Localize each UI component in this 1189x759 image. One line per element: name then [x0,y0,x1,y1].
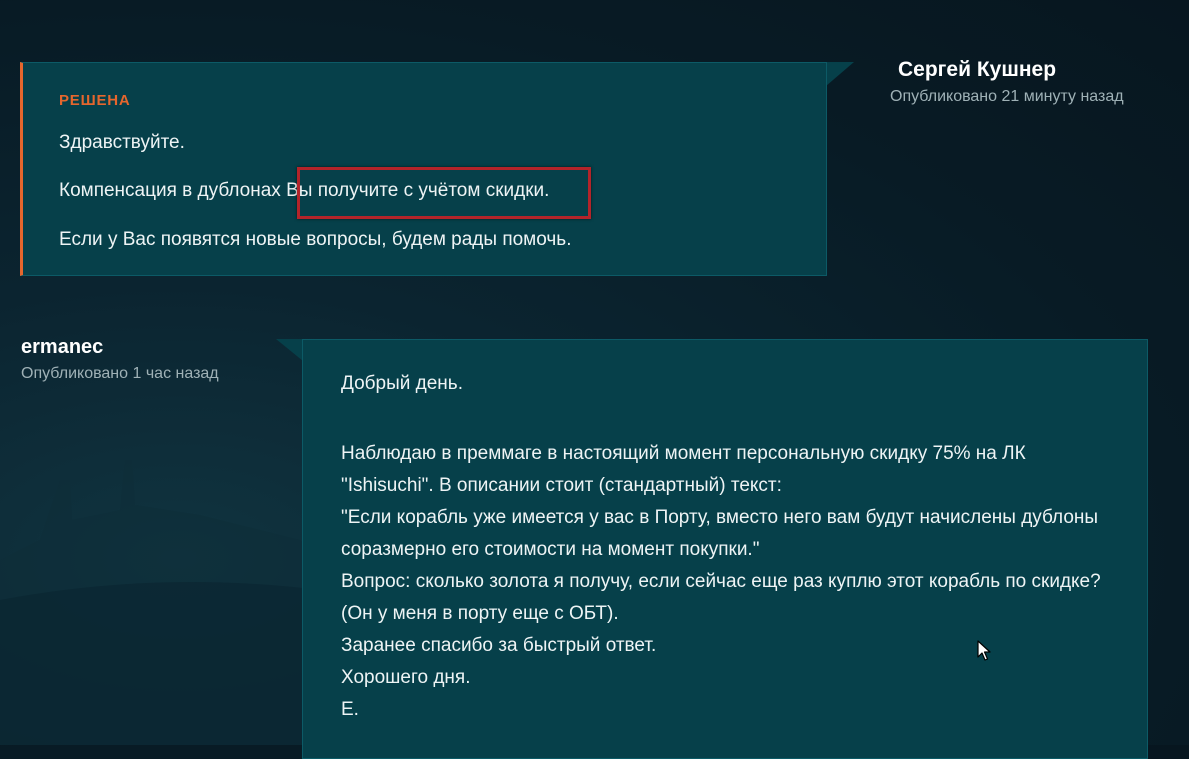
question-line: Е. [341,699,359,720]
reply-message-card: РЕШЕНА Здравствуйте. Компенсация в дубло… [20,62,827,276]
question-bubble-tail [276,339,303,361]
reply-compensation-prefix: Компенсация в дублонах [59,180,287,201]
reply-closing: Если у Вас появятся новые вопросы, будем… [59,229,572,250]
background-ship-silhouette [0,460,320,745]
question-line: Вопрос: сколько золота я получу, если се… [341,571,1101,624]
question-line: Хорошего дня. [341,667,471,688]
question-line: Наблюдаю в преммаге в настоящий момент п… [341,443,1026,496]
mouse-pointer-icon [977,640,991,661]
reply-greeting: Здравствуйте. [59,132,185,153]
reply-author-name[interactable]: Сергей Кушнер [890,58,1124,82]
highlight-annotation-box [297,167,591,219]
question-line: Заранее спасибо за быстрый ответ. [341,635,657,656]
question-message-card: Добрый день. Наблюдаю в преммаге в насто… [302,339,1148,759]
reply-published-time: Опубликовано 21 минуту назад [890,88,1124,105]
reply-author-block: Сергей Кушнер Опубликовано 21 минуту наз… [890,58,1124,106]
question-line: Добрый день. [341,373,463,394]
question-author-name[interactable]: ermanec [21,336,219,359]
question-body: Добрый день. Наблюдаю в преммаге в насто… [341,368,1111,726]
question-line: "Если корабль уже имеется у вас в Порту,… [341,507,1099,560]
reply-bubble-tail [826,62,854,86]
question-published-time: Опубликовано 1 час назад [21,365,219,382]
status-badge: РЕШЕНА [59,92,131,109]
question-author-block: ermanec Опубликовано 1 час назад [21,336,219,383]
